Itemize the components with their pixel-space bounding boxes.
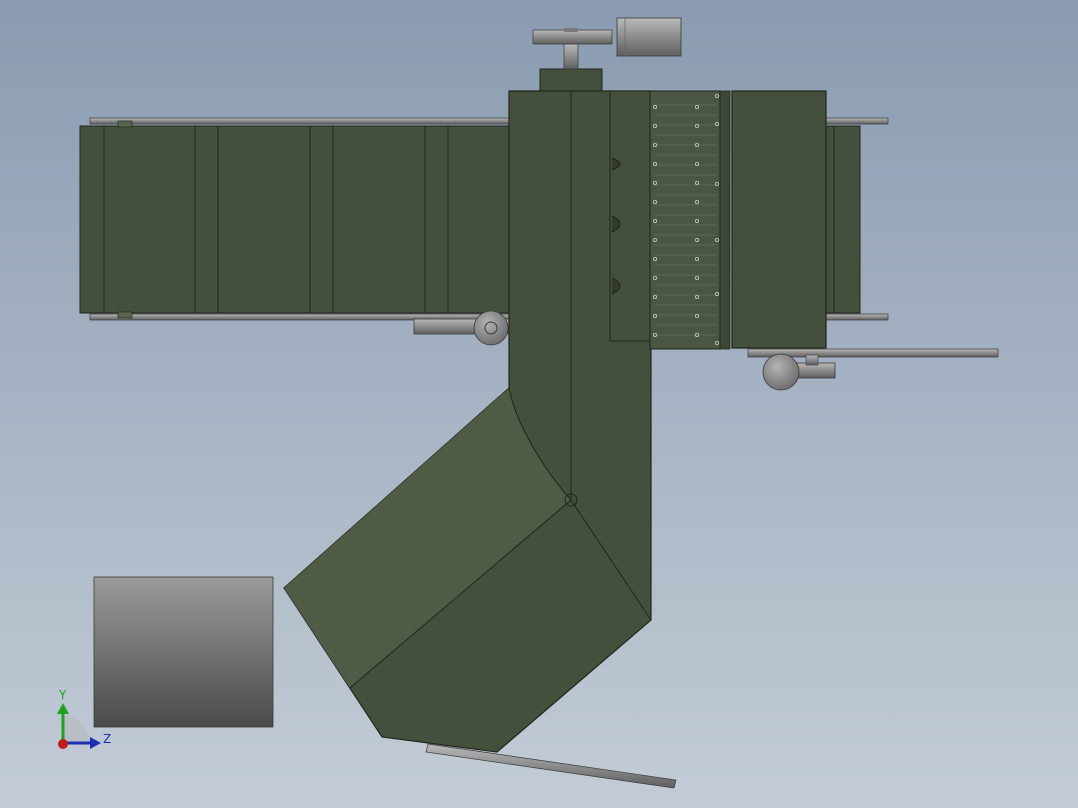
- right-support-bracket[interactable]: [747, 348, 999, 391]
- left-roller-bottom: [117, 311, 133, 319]
- right-conveyor-bottom-rail: [819, 313, 889, 321]
- right-housing-box[interactable]: [731, 90, 827, 349]
- bottom-angled-rod[interactable]: [425, 743, 677, 789]
- sieve-panel[interactable]: [649, 90, 731, 350]
- bracket-stem: [805, 354, 819, 366]
- auger-housing-frame: [609, 90, 651, 342]
- sieve-side-strip: [719, 90, 731, 350]
- support-wheel: [473, 310, 509, 346]
- valve-cap: [564, 28, 578, 32]
- grey-block[interactable]: [93, 576, 274, 728]
- left-conveyor-body: [79, 125, 513, 314]
- left-conveyor[interactable]: [79, 117, 513, 321]
- z-axis-label: Z: [103, 732, 112, 746]
- triad-origin-sector: [63, 716, 90, 743]
- top-motor-assembly[interactable]: [532, 17, 682, 92]
- motor-base: [539, 68, 603, 92]
- model-view[interactable]: [0, 0, 1078, 808]
- y-axis-arrow: [57, 703, 69, 714]
- left-conveyor-top-rail: [89, 117, 511, 125]
- motor-cylinder: [616, 17, 682, 57]
- support-wheel: [762, 353, 800, 391]
- right-conveyor-top-rail: [819, 117, 889, 125]
- valve-stem: [563, 43, 579, 70]
- valve-handle: [532, 29, 613, 45]
- z-axis-arrow: [90, 737, 101, 749]
- cad-viewport[interactable]: Y Z: [0, 0, 1078, 808]
- right-conveyor[interactable]: [819, 117, 889, 321]
- x-axis-dot: [58, 739, 68, 749]
- sieve-frame: [649, 90, 721, 350]
- auger-housing[interactable]: [609, 90, 651, 342]
- y-axis-label: Y: [59, 688, 67, 702]
- left-roller-top: [117, 120, 133, 128]
